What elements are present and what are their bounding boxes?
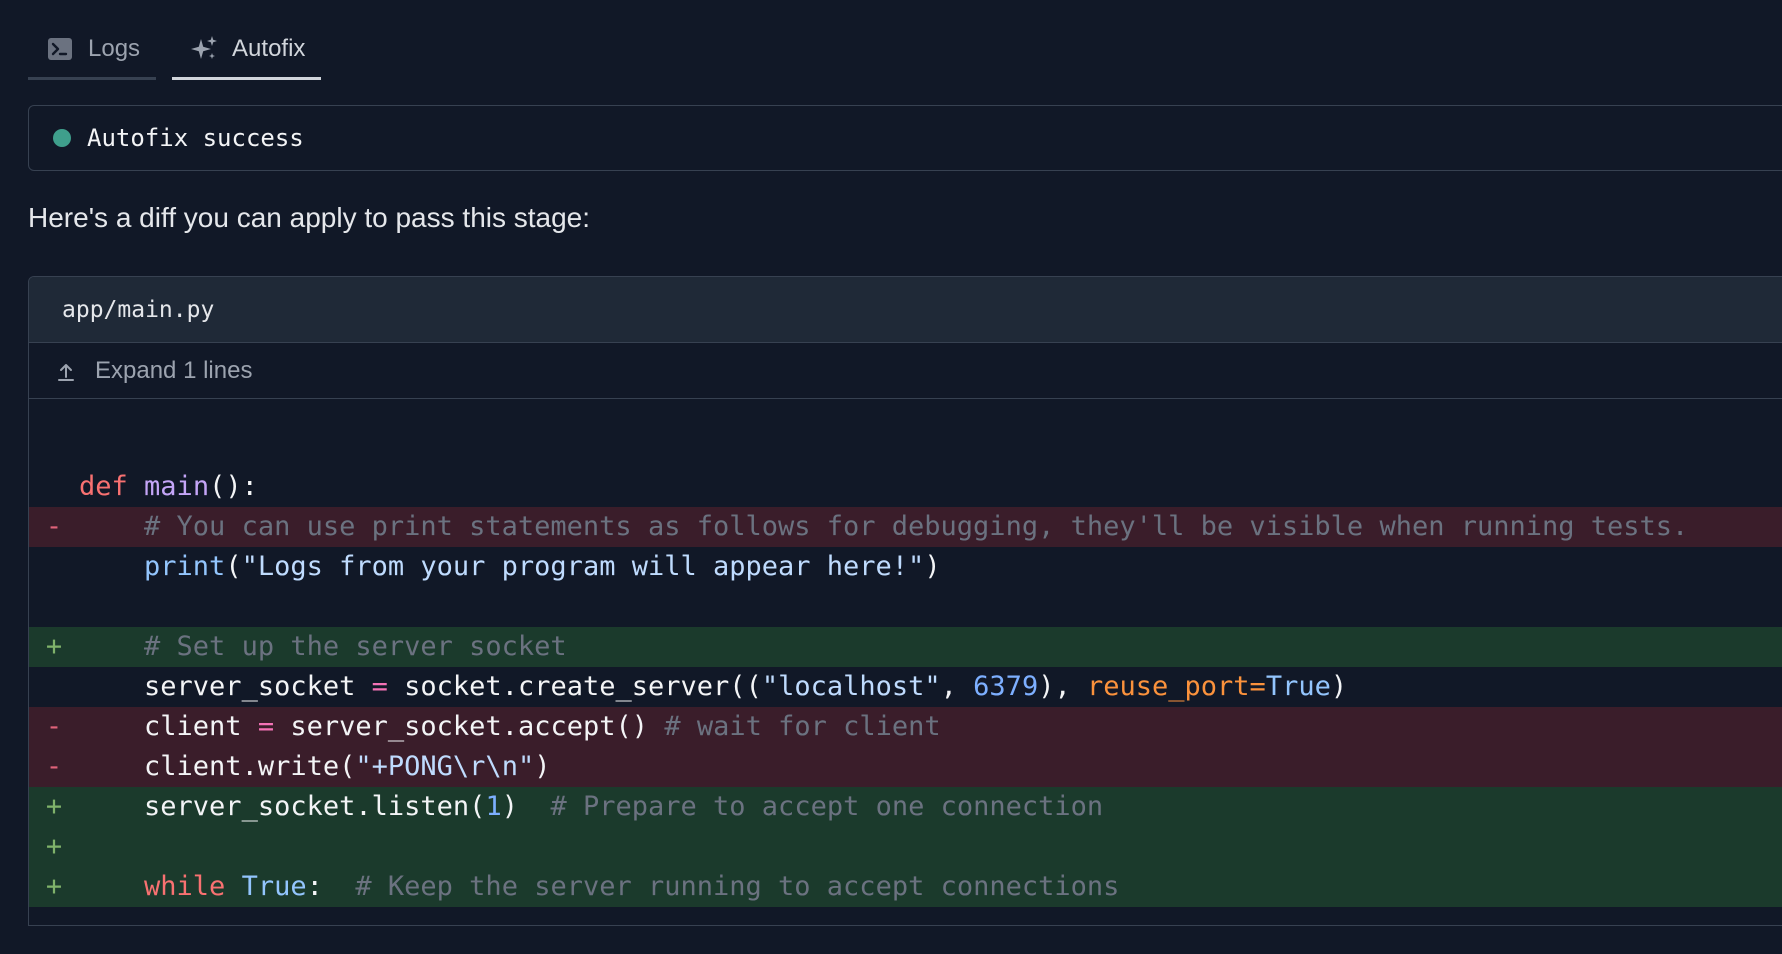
tab-autofix[interactable]: Autofix bbox=[172, 20, 322, 80]
diff-file-name: app/main.py bbox=[62, 296, 215, 323]
status-text: Autofix success bbox=[87, 124, 304, 152]
expand-lines-button[interactable]: Expand 1 lines bbox=[29, 343, 1782, 399]
diff-line-added: + while True: # Keep the server running … bbox=[29, 867, 1782, 907]
diff-line-code: def main(): bbox=[79, 471, 258, 502]
diff-line-marker bbox=[44, 667, 64, 707]
diff-line-code: client.write("+PONG\r\n") bbox=[144, 751, 551, 782]
diff-line-code: server_socket = socket.create_server(("l… bbox=[144, 671, 1348, 702]
sparkles-icon bbox=[190, 35, 218, 63]
terminal-icon bbox=[46, 35, 74, 63]
tab-bar: Logs Autofix bbox=[28, 20, 322, 80]
diff-line-code: while True: # Keep the server running to… bbox=[144, 871, 1120, 902]
success-status-dot bbox=[53, 129, 71, 147]
diff-line-added: + server_socket.listen(1) # Prepare to a… bbox=[29, 787, 1782, 827]
expand-lines-label: Expand 1 lines bbox=[95, 356, 253, 384]
diff-line-code: client = server_socket.accept() # wait f… bbox=[144, 711, 941, 742]
diff-line-removed: - client.write("+PONG\r\n") bbox=[29, 747, 1782, 787]
tab-logs-label: Logs bbox=[88, 34, 141, 62]
diff-line-marker: + bbox=[45, 791, 63, 822]
diff-line-marker: - bbox=[45, 711, 63, 742]
diff-line-removed: - # You can use print statements as foll… bbox=[29, 507, 1782, 547]
diff-line-code: # Set up the server socket bbox=[144, 631, 567, 662]
tab-logs[interactable]: Logs bbox=[28, 20, 157, 80]
diff-intro-text: Here's a diff you can apply to pass this… bbox=[28, 202, 591, 233]
diff-line-marker: - bbox=[45, 751, 63, 782]
diff-line-marker: + bbox=[45, 831, 63, 862]
diff-line-code: print("Logs from your program will appea… bbox=[144, 551, 941, 582]
tab-autofix-label: Autofix bbox=[232, 34, 306, 62]
diff-line-code: server_socket.listen(1) # Prepare to acc… bbox=[144, 791, 1104, 822]
diff-line-context: def main(): bbox=[29, 467, 1782, 507]
diff-line-marker bbox=[44, 467, 64, 507]
diff-line-marker bbox=[44, 587, 64, 627]
diff-line-removed: - client = server_socket.accept() # wait… bbox=[29, 707, 1782, 747]
diff-line-context: print("Logs from your program will appea… bbox=[29, 547, 1782, 587]
diff-line-marker: - bbox=[45, 511, 63, 542]
diff-line-marker: + bbox=[45, 631, 63, 662]
arrow-up-to-line-icon bbox=[55, 360, 77, 382]
diff-file-header: app/main.py bbox=[29, 277, 1782, 343]
diff-line-marker bbox=[44, 547, 64, 587]
diff-line-added: + bbox=[29, 827, 1782, 867]
autofix-status-banner: Autofix success bbox=[28, 105, 1782, 171]
diff-line-context: server_socket = socket.create_server(("l… bbox=[29, 667, 1782, 707]
diff-line-marker: + bbox=[45, 871, 63, 902]
diff-panel: app/main.py Expand 1 lines def main(): - … bbox=[28, 276, 1782, 926]
diff-line-added: + # Set up the server socket bbox=[29, 627, 1782, 667]
diff-code: def main(): - # You can use print stateme… bbox=[29, 467, 1782, 907]
diff-line-code: # You can use print statements as follow… bbox=[144, 511, 1689, 542]
diff-line-context bbox=[29, 587, 1782, 627]
